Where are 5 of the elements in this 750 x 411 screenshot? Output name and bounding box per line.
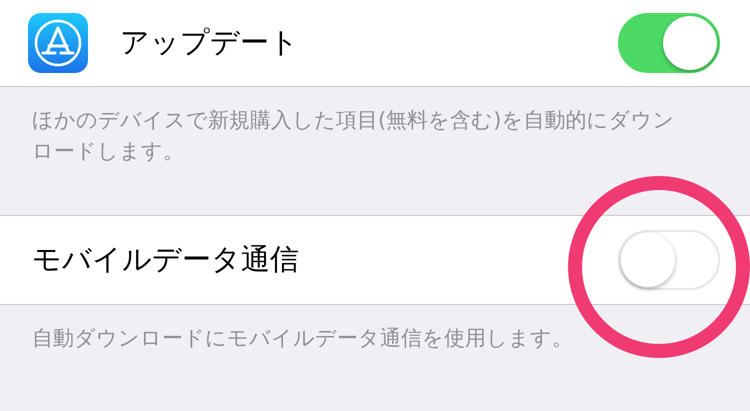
toggle-switch[interactable] <box>618 13 720 73</box>
row-label: モバイルデータ通信 <box>32 241 300 278</box>
footer-text: 自動ダウンロードにモバイルデータ通信を使用します。 <box>32 325 574 352</box>
footer-text: ほかのデバイスで新規購入した項目(無料を含む)を自動的にダウンロードします。 <box>32 107 676 165</box>
row-label: アップデート <box>120 24 300 61</box>
